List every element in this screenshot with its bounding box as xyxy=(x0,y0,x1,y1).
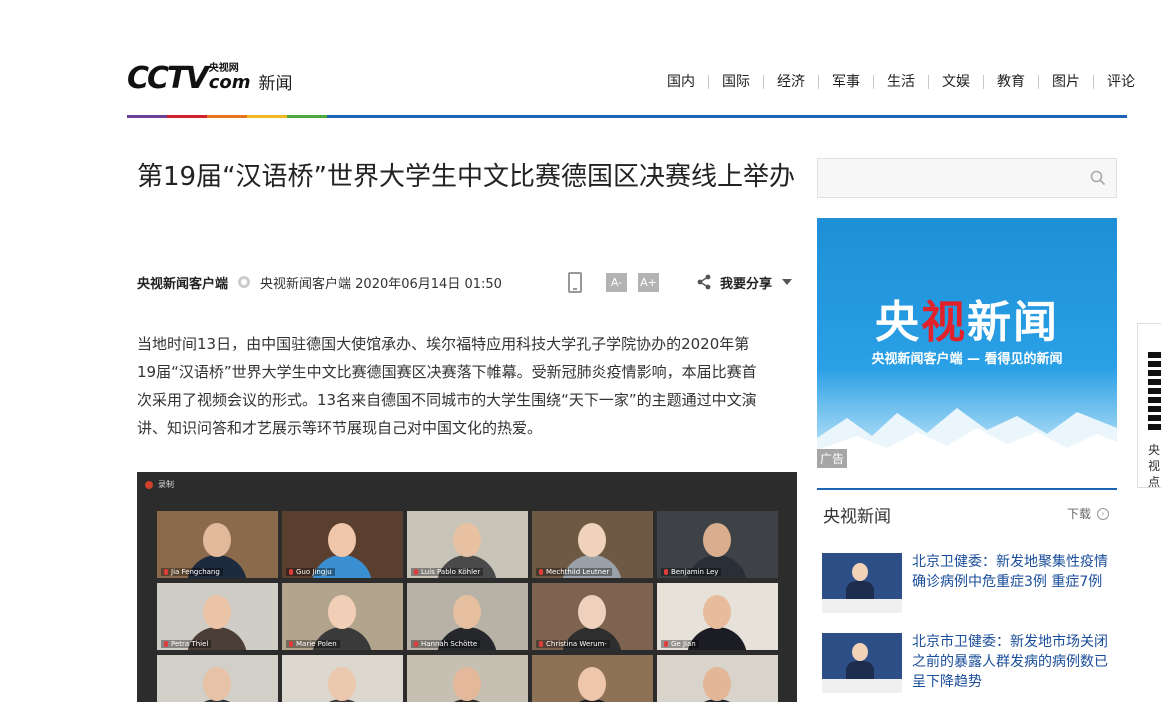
article-meta: 央视新闻客户端 央视新闻客户端 2020年06月14日 01:50 A- A+ … xyxy=(137,270,792,294)
floating-qr-panel[interactable]: 央视点 xyxy=(1137,323,1161,488)
logo-wordmark: CCTV xyxy=(127,60,209,96)
mic-muted-icon xyxy=(289,641,293,647)
mic-muted-icon xyxy=(414,569,418,575)
mobile-icon[interactable] xyxy=(567,271,582,293)
share-icon xyxy=(697,274,711,290)
participant-name: Guo Jingju xyxy=(286,568,335,576)
paragraph-line: 讲、知识问答和才艺展示等环节展现自己对中国文化的热爱。 xyxy=(137,419,543,437)
participant-tile: Hannah Schötte xyxy=(407,583,528,650)
participant-tile xyxy=(157,655,278,702)
cctv-logo[interactable]: CCTV 央视网 com 新闻 xyxy=(127,58,293,98)
mic-muted-icon xyxy=(664,641,668,647)
nav-item-entertainment[interactable]: 文娱 xyxy=(929,73,983,91)
mic-muted-icon xyxy=(414,641,418,647)
record-icon xyxy=(145,480,153,489)
participant-tile: Christina Werum- xyxy=(532,583,653,650)
nav-item-commentary[interactable]: 评论 xyxy=(1094,73,1135,91)
participant-name: Ge Jian xyxy=(661,640,699,648)
participant-name: Jia Fengchang xyxy=(161,568,223,576)
font-decrease-button[interactable]: A- xyxy=(605,272,627,292)
mic-muted-icon xyxy=(289,569,293,575)
download-link[interactable]: 下载 › xyxy=(1067,505,1109,522)
record-label: 录制 xyxy=(158,480,174,489)
paragraph-line: 次采用了视频会议的形式。13名来自德国不同城市的大学生围绕“天下一家”的主题通过… xyxy=(137,391,757,409)
floating-qr-label: 央视点 xyxy=(1148,443,1161,488)
participant-name: Mechthild Leutner xyxy=(536,568,613,576)
search-icon[interactable] xyxy=(1090,170,1106,186)
font-increase-button[interactable]: A+ xyxy=(637,272,659,292)
mic-muted-icon xyxy=(539,569,543,575)
header-color-bar xyxy=(127,115,1127,118)
share-button[interactable]: 我要分享 xyxy=(696,273,792,292)
participant-tile: Marie Polen xyxy=(282,583,403,650)
participant-tile xyxy=(282,655,403,702)
participant-name: Hannah Schötte xyxy=(411,640,481,648)
participant-grid: Jia Fengchang Guo Jingju Luis Pablo Köhler… xyxy=(157,511,778,702)
search-input[interactable] xyxy=(818,159,1078,197)
nav-item-pictures[interactable]: 图片 xyxy=(1039,73,1093,91)
ad-slogan: 央视新闻客户端 — 看得见的新闻 xyxy=(871,352,1063,367)
share-label: 我要分享 xyxy=(719,276,772,292)
sidebar-section-title: 央视新闻 xyxy=(823,507,891,527)
participant-tile: Mechthild Leutner xyxy=(532,511,653,578)
paragraph-line: 当地时间13日，由中国驻德国大使馆承办、埃尔福特应用科技大学孔子学院协办的202… xyxy=(137,335,750,353)
news-item[interactable]: 北京市卫健委：新发地市场关闭之前的暴露人群发病的病例数已呈下降趋势 xyxy=(822,633,1117,693)
nav-item-military[interactable]: 军事 xyxy=(819,73,873,91)
logo-section-label: 新闻 xyxy=(258,73,293,94)
article-title: 第19届“汉语桥”世界大学生中文比赛德国区决赛线上举办 xyxy=(137,162,796,192)
mic-muted-icon xyxy=(164,641,168,647)
news-item[interactable]: 北京卫健委：新发地聚集性疫情确诊病例中危重症3例 重症7例 xyxy=(822,553,1117,613)
source-dot-icon xyxy=(238,276,251,288)
mic-muted-icon xyxy=(164,569,168,575)
article-source-date: 央视新闻客户端 2020年06月14日 01:50 xyxy=(260,276,502,292)
news-title[interactable]: 北京市卫健委：新发地市场关闭之前的暴露人群发病的病例数已呈下降趋势 xyxy=(912,632,1117,692)
article-paragraph: 当地时间13日，由中国驻德国大使馆承办、埃尔福特应用科技大学孔子学院协办的202… xyxy=(137,330,793,442)
news-title[interactable]: 北京卫健委：新发地聚集性疫情确诊病例中危重症3例 重症7例 xyxy=(912,552,1117,592)
sidebar-section-header: 央视新闻 下载 › xyxy=(817,488,1117,534)
nav-item-education[interactable]: 教育 xyxy=(984,73,1038,91)
ad-title: 央视新闻 xyxy=(875,297,1059,348)
mic-muted-icon xyxy=(539,641,543,647)
participant-tile: Luis Pablo Köhler xyxy=(407,511,528,578)
ad-banner[interactable]: 央视新闻 央视新闻客户端 — 看得见的新闻 广告 xyxy=(817,218,1117,468)
participant-name: Christina Werum- xyxy=(536,640,610,648)
participant-tile: Benjamin Ley xyxy=(657,511,778,578)
news-thumbnail xyxy=(822,633,902,693)
nav-item-international[interactable]: 国际 xyxy=(709,73,763,91)
chevron-right-icon: › xyxy=(1097,507,1109,520)
nav-item-life[interactable]: 生活 xyxy=(874,73,928,91)
news-thumbnail xyxy=(822,553,902,613)
main-nav: 国内 国际 经济 军事 生活 文娱 教育 图片 评论 xyxy=(654,73,1135,91)
mic-muted-icon xyxy=(664,569,668,575)
nav-item-economy[interactable]: 经济 xyxy=(764,73,818,91)
video-conference-image: 录制 Jia Fengchang Guo Jingju Luis Pablo Köh… xyxy=(137,472,797,702)
logo-stack: 央视网 com xyxy=(209,64,251,92)
participant-tile: Ge Jian xyxy=(657,583,778,650)
search-box xyxy=(817,158,1117,198)
article-source[interactable]: 央视新闻客户端 xyxy=(137,273,228,292)
qr-code-icon xyxy=(1148,352,1161,432)
participant-name: Petra Thiel xyxy=(161,640,212,648)
nav-item-domestic[interactable]: 国内 xyxy=(654,73,708,91)
ad-tag: 广告 xyxy=(817,449,848,468)
participant-name: Marie Polen xyxy=(286,640,340,648)
participant-name: Luis Pablo Köhler xyxy=(411,568,484,576)
participant-tile: Jia Fengchang xyxy=(157,511,278,578)
record-indicator: 录制 xyxy=(145,479,174,490)
article-tools: A- A+ 我要分享 xyxy=(567,271,792,293)
participant-tile: Guo Jingju xyxy=(282,511,403,578)
chevron-down-icon xyxy=(782,279,792,285)
participant-tile xyxy=(657,655,778,702)
participant-tile xyxy=(532,655,653,702)
logo-com: com xyxy=(208,72,251,93)
paragraph-line: 19届“汉语桥”世界大学生中文比赛德国赛区决赛落下帷幕。受新冠肺炎疫情影响，本届… xyxy=(137,363,757,381)
participant-tile: Petra Thiel xyxy=(157,583,278,650)
ad-mountain-graphic xyxy=(817,408,1117,468)
participant-tile xyxy=(407,655,528,702)
participant-name: Benjamin Ley xyxy=(661,568,722,576)
